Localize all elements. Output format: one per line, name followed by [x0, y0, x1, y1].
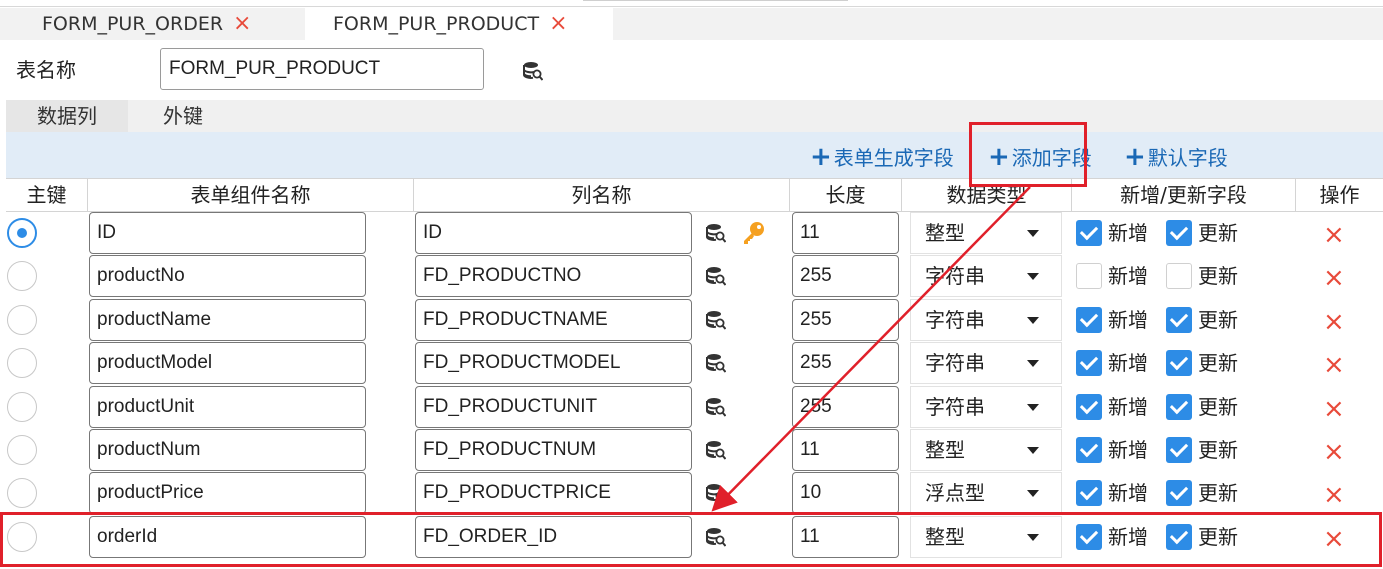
annotation-arrow	[711, 186, 1031, 512]
